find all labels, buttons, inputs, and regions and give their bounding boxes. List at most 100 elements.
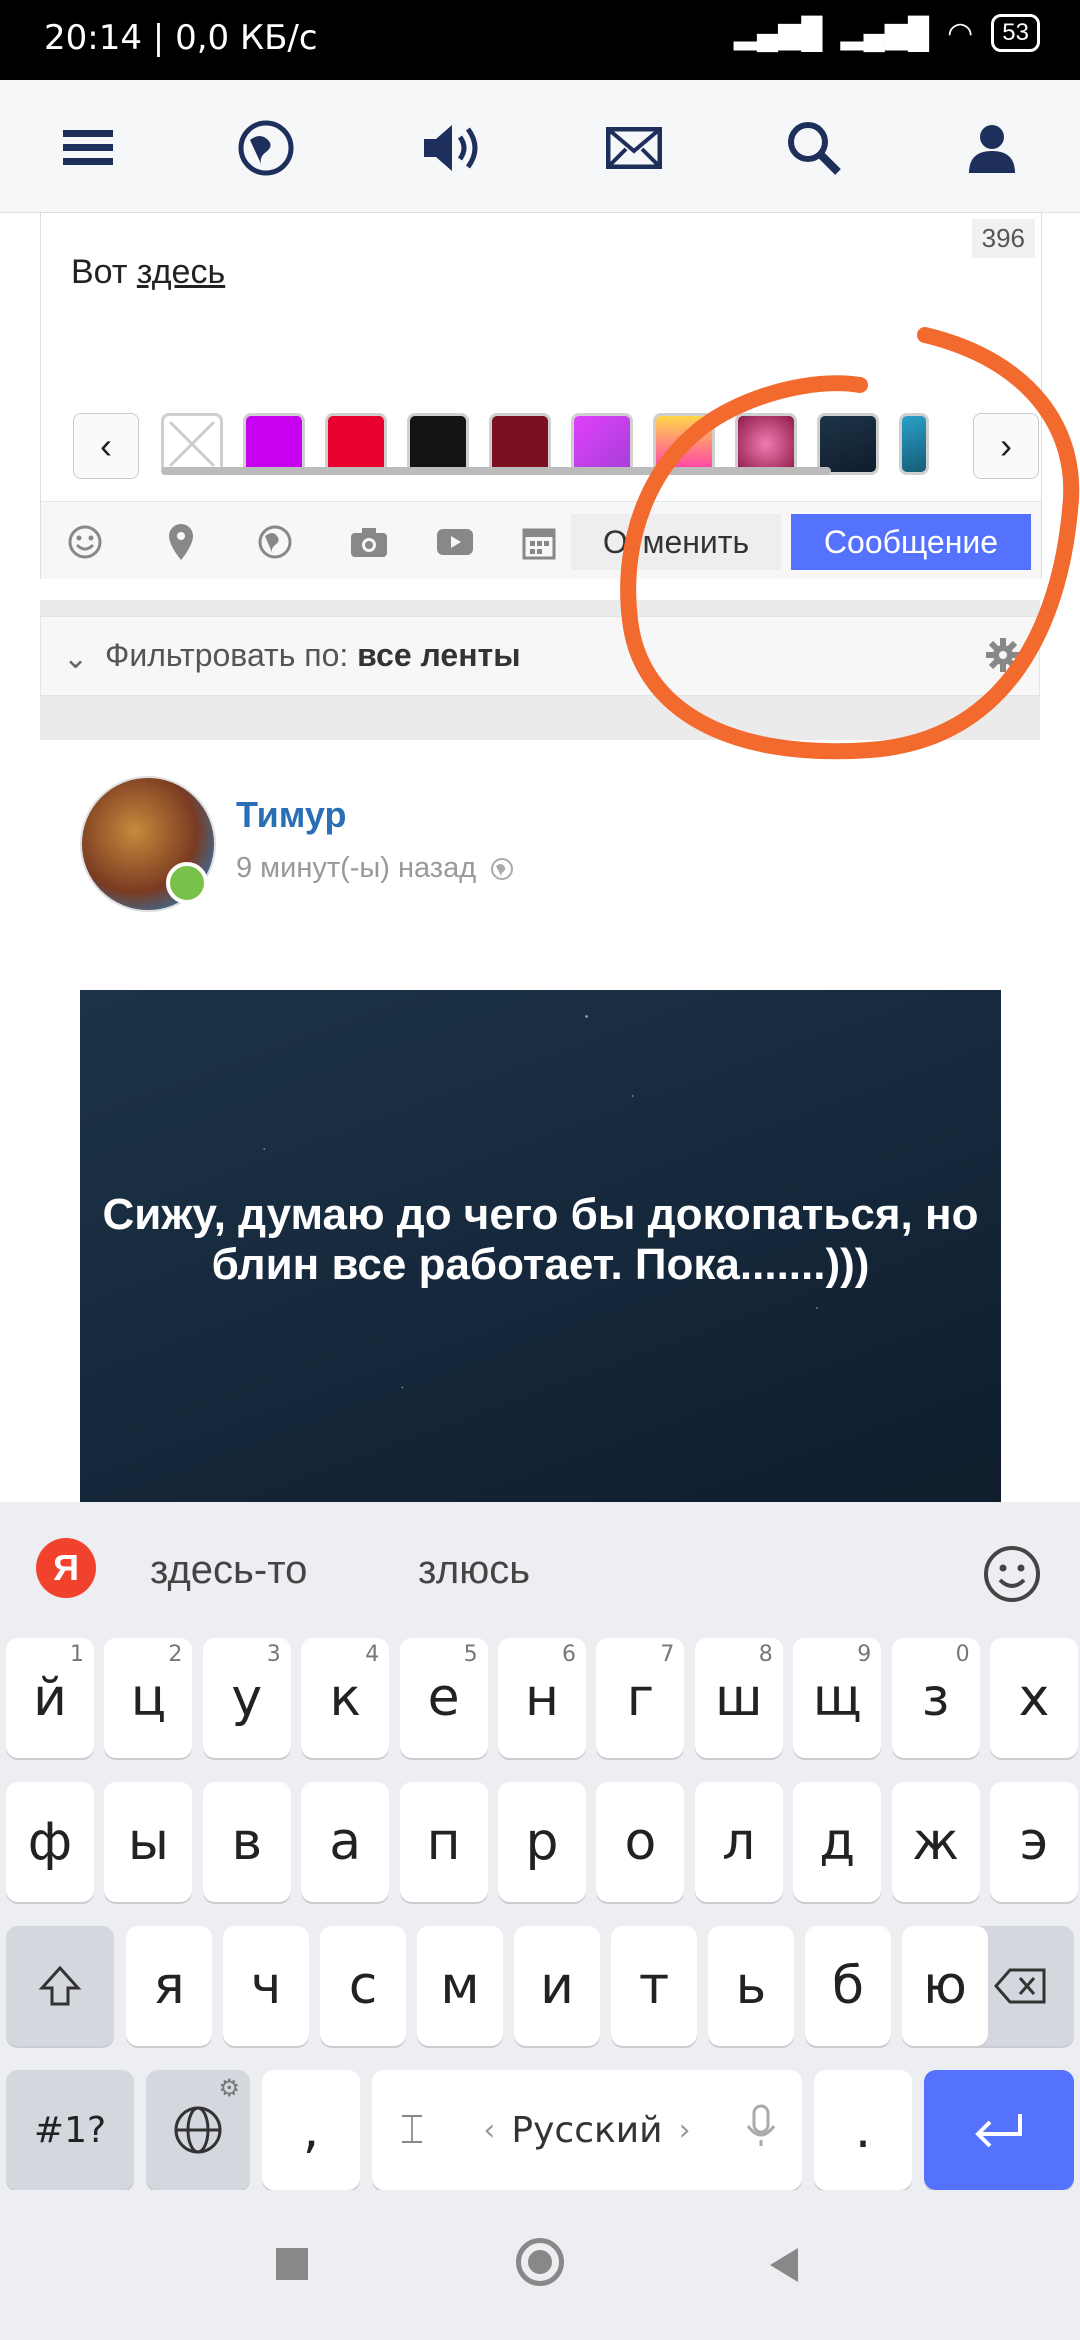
top-nav [0,80,1080,213]
globe-visibility-icon[interactable] [253,520,297,564]
key-row2-3[interactable]: а [301,1782,390,1902]
period-key[interactable]: . [814,2070,912,2190]
user-icon[interactable] [962,118,1022,178]
key-8[interactable]: щ9 [793,1638,882,1758]
status-bar: 20:14 | 0,0 КБ/с ▂▄▆█ ▂▄▆█ ◠ 53 [0,0,1080,80]
key-row2-0[interactable]: ф [6,1782,94,1902]
key-6[interactable]: г7 [596,1638,685,1758]
android-nav-bar [0,2190,1080,2340]
comma-key[interactable]: , [262,2070,360,2190]
chevron-right-icon[interactable]: › [973,413,1039,479]
globe-icon[interactable] [236,118,296,178]
camera-icon[interactable] [347,520,391,564]
swatch-black[interactable] [407,413,469,475]
location-pin-icon[interactable] [159,520,203,564]
key-row2-7[interactable]: л [694,1782,783,1902]
swatch-violet-gradient[interactable] [571,413,633,475]
key-row3-6[interactable]: ь [708,1926,794,2046]
keyboard-row-3: ячсмитьбю [0,1926,1080,2046]
filter-value: все ленты [357,637,521,673]
post-author[interactable]: Тимур [236,794,346,836]
chevron-left-small-icon: ‹ [483,2112,496,2148]
key-0[interactable]: й1 [6,1638,94,1758]
status-time: 20:14 | 0,0 КБ/с [44,18,318,58]
post-image-text: Сижу, думаю до чего бы докопаться, но бл… [102,1190,979,1289]
menu-icon[interactable] [58,118,118,178]
shift-icon [38,1965,82,2006]
filter-prefix: Фильтровать по: [105,637,358,673]
key-row2-9[interactable]: ж [891,1782,980,1902]
back-icon[interactable] [766,2246,800,2284]
space-key[interactable]: ⌶ ‹ Русский › [372,2070,802,2190]
key-5[interactable]: н6 [498,1638,586,1758]
post-image[interactable]: Сижу, думаю до чего бы докопаться, но бл… [80,990,1001,1520]
swatch-purple[interactable] [243,413,305,475]
suggestion-2[interactable]: злюсь [418,1548,530,1593]
key-2[interactable]: у3 [202,1638,291,1758]
composer-textarea[interactable]: Вот здесь [71,253,225,292]
char-counter: 396 [971,219,1035,258]
gear-icon[interactable] [985,637,1021,678]
suggestion-bar: Я здесь-то злюсь [0,1502,1080,1638]
key-row2-8[interactable]: д [793,1782,882,1902]
key-3[interactable]: к4 [301,1638,390,1758]
key-1[interactable]: ц2 [104,1638,193,1758]
video-icon[interactable] [433,520,477,564]
mail-icon[interactable] [604,118,664,178]
language-switch-key[interactable]: ⚙ [146,2070,250,2190]
composer-toolbar: Отменить Сообщение [41,501,1041,579]
swatch-scrollbar[interactable] [161,467,831,475]
clock: 20:14 [44,18,142,58]
search-icon[interactable] [784,118,844,178]
key-row2-2[interactable]: в [202,1782,291,1902]
key-row3-5[interactable]: т [611,1926,697,2046]
key-4[interactable]: е5 [399,1638,488,1758]
shift-key[interactable] [6,1926,114,2046]
key-row2-4[interactable]: п [399,1782,488,1902]
swatch-sunset-gradient[interactable] [653,413,715,475]
symbols-key[interactable]: #1? [6,2070,134,2190]
chevron-left-icon[interactable]: ‹ [73,413,139,479]
cancel-button[interactable]: Отменить [571,514,781,570]
swatch-red[interactable] [325,413,387,475]
recents-icon[interactable] [276,2248,308,2280]
key-row2-1[interactable]: ы [104,1782,193,1902]
key-row3-1[interactable]: ч [223,1926,309,2046]
key-hint: 3 [266,1642,281,1667]
post-button[interactable]: Сообщение [791,514,1031,570]
yandex-logo-icon[interactable]: Я [36,1538,96,1598]
swatch-ocean[interactable] [899,413,929,475]
key-7[interactable]: ш8 [694,1638,783,1758]
microphone-icon[interactable] [746,2104,776,2157]
key-letter: щ [812,1668,862,1728]
chevron-down-icon: ⌄ [63,642,89,675]
key-row3-4[interactable]: и [514,1926,600,2046]
key-hint: 5 [463,1642,478,1667]
key-row3-8[interactable]: ю [902,1926,988,2046]
feed-filter[interactable]: ⌄ Фильтровать по: все ленты [40,616,1040,696]
calendar-icon[interactable] [517,520,561,564]
key-row2-6[interactable]: о [596,1782,685,1902]
key-9[interactable]: з0 [891,1638,980,1758]
key-row3-3[interactable]: м [417,1926,503,2046]
swatch-none[interactable] [161,413,223,475]
key-letter: н [525,1668,559,1728]
suggestion-1[interactable]: здесь-то [150,1548,307,1593]
key-row3-2[interactable]: с [320,1926,406,2046]
key-10[interactable]: х [990,1638,1078,1758]
key-row2-10[interactable]: э [990,1782,1078,1902]
enter-key[interactable] [924,2070,1074,2190]
swatch-flowers[interactable] [735,413,797,475]
key-row2-5[interactable]: р [498,1782,586,1902]
smiley-icon[interactable] [63,520,107,564]
key-row3-7[interactable]: б [805,1926,891,2046]
status-icons: ▂▄▆█ ▂▄▆█ ◠ 53 [734,14,1040,52]
speaker-icon[interactable] [420,118,480,178]
home-icon[interactable] [516,2238,564,2286]
signal-icon-2: ▂▄▆█ [840,16,930,50]
key-row3-0[interactable]: я [126,1926,212,2046]
gear-small-icon: ⚙ [218,2074,240,2102]
emoji-icon[interactable] [982,1544,1042,1609]
swatch-night-sky[interactable] [817,413,879,475]
swatch-maroon[interactable] [489,413,551,475]
